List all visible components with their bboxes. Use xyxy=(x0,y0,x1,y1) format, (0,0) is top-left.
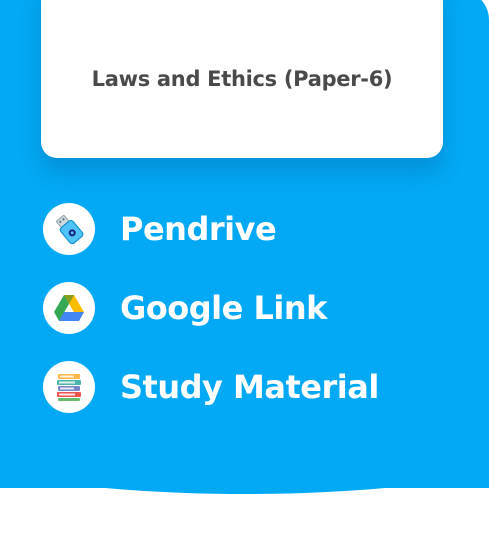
google-drive-icon xyxy=(54,294,84,321)
books-stack-icon xyxy=(57,374,81,401)
icon-badge xyxy=(43,282,95,334)
usb-pendrive-icon xyxy=(56,214,84,245)
icon-badge xyxy=(43,203,95,255)
option-label: Google Link xyxy=(120,289,327,327)
course-title: Laws and Ethics (Paper-6) xyxy=(91,67,393,91)
course-options-panel: Laws and Ethics (Paper-6) Pendrive Googl… xyxy=(0,0,489,548)
option-pendrive[interactable]: Pendrive xyxy=(43,203,277,255)
option-label: Pendrive xyxy=(120,210,277,248)
icon-badge xyxy=(43,361,95,413)
title-card: Laws and Ethics (Paper-6) xyxy=(41,0,443,158)
option-label: Study Material xyxy=(120,368,379,406)
option-study-material[interactable]: Study Material xyxy=(43,361,379,413)
option-google-link[interactable]: Google Link xyxy=(43,282,327,334)
